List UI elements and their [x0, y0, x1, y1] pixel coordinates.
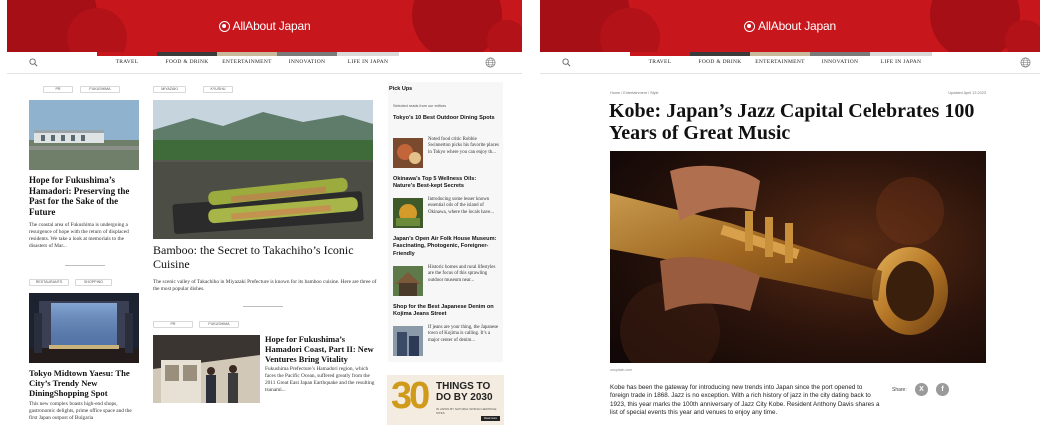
tag-restaurants[interactable]: RESTAURANTS — [29, 279, 69, 286]
story-description: Fukushima Prefecture’s Hamadori region, … — [265, 366, 375, 393]
nav-life-in-japan[interactable]: LIFE IN JAPAN — [337, 59, 399, 65]
nav-color-bar — [630, 52, 932, 56]
tag-fukushima[interactable]: FUKUSHIMA — [199, 321, 239, 328]
article-lead: Kobe has been the gateway for introducin… — [610, 384, 880, 416]
feature-title[interactable]: Bamboo: the Secret to Takachiho’s Iconic… — [153, 243, 373, 271]
ad-headline: THINGS TO DO BY 2030 — [436, 381, 493, 403]
article-title: Kobe: Japan’s Jazz Capital Celebrates 10… — [609, 100, 975, 145]
tag-shopping[interactable]: SHOPPING — [75, 279, 112, 286]
photo-credit: unsplash.com — [610, 368, 633, 372]
pickup-text: Noted food critic Robbie Swinnerton pick… — [428, 137, 499, 155]
tag-miyazaki[interactable]: MIYAZAKI — [153, 86, 186, 93]
story-description: The coastal area of Fukushima is undergo… — [29, 222, 129, 249]
pickup-thumbnail[interactable] — [393, 138, 423, 168]
search-icon[interactable] — [562, 58, 571, 67]
pickup-thumbnail[interactable] — [393, 266, 423, 296]
pickup-text: If jeans are your thing, the Japanese to… — [428, 325, 499, 343]
share-label: Share: — [892, 387, 907, 393]
divider — [243, 306, 283, 307]
logo-text: AllAbout Japan — [758, 19, 836, 33]
logo-icon — [744, 20, 756, 32]
nav-life-in-japan[interactable]: LIFE IN JAPAN — [870, 59, 932, 65]
main-nav: TRAVEL FOOD & DRINK ENTERTAINMENT INNOVA… — [7, 52, 522, 74]
tokyo-midtown-yaesu-image[interactable] — [29, 293, 139, 363]
updated-date: Updated April 13 2023 — [948, 91, 986, 95]
nav-innovation[interactable]: INNOVATION — [277, 59, 337, 65]
nav-color-bar — [97, 52, 399, 56]
divider — [65, 265, 105, 266]
pickups-subheading: Selected reads from our editors — [393, 104, 446, 108]
story-title[interactable]: Tokyo Midtown Yaesu: The City’s Trendy N… — [29, 368, 139, 398]
ad-number: 30 — [391, 375, 430, 417]
pickup-title[interactable]: Okinawa’s Top 5 Wellness Oils: Nature’s … — [393, 176, 498, 191]
pickups-sidebar: Pick Ups Selected reads from our editors… — [388, 82, 503, 362]
site-logo[interactable]: AllAbout Japan — [218, 19, 311, 33]
article-screenshot: AllAbout Japan TRAVEL FOOD & DRINK ENTER… — [540, 0, 1040, 429]
main-nav: TRAVEL FOOD & DRINK ENTERTAINMENT INNOVA… — [540, 52, 1040, 74]
nav-food-drink[interactable]: FOOD & DRINK — [690, 59, 750, 65]
nav-travel[interactable]: TRAVEL — [630, 59, 690, 65]
ad-banner[interactable]: 30 THINGS TO DO BY 2030 IN JAPAN BY NATU… — [387, 375, 504, 425]
nav-entertainment[interactable]: ENTERTAINMENT — [217, 59, 277, 65]
pickup-text: Historic homes and rural lifestyles are … — [428, 265, 496, 283]
logo-icon — [218, 20, 230, 32]
pickup-title[interactable]: Tokyo’s 10 Best Outdoor Dining Spots — [393, 115, 498, 122]
site-logo[interactable]: AllAbout Japan — [744, 19, 836, 33]
x-share-icon[interactable]: X — [915, 383, 928, 396]
globe-icon[interactable] — [485, 57, 496, 68]
pickup-title[interactable]: Shop for the Best Japanese Denim on Koji… — [393, 304, 498, 319]
pickup-thumbnail[interactable] — [393, 326, 423, 356]
facebook-share-icon[interactable]: f — [936, 383, 949, 396]
feature-description: The scenic valley of Takachiho in Miyaza… — [153, 279, 377, 292]
logo-text: AllAbout Japan — [232, 19, 311, 33]
tag-pr[interactable]: PR — [43, 86, 73, 93]
hamadori-coast-image[interactable] — [153, 335, 260, 403]
tag-pr[interactable]: PR — [153, 321, 193, 328]
site-header: AllAbout Japan — [540, 0, 1040, 52]
pickups-heading: Pick Ups — [389, 86, 413, 92]
hamadori-memorial-image[interactable] — [29, 100, 139, 170]
homepage-screenshot: AllAbout Japan TRAVEL FOOD & DRINK ENTER… — [7, 0, 522, 429]
trumpet-hero-image — [610, 151, 986, 363]
ad-subtext: IN JAPAN BY NATURAL WORLD HERITAGE SITES — [436, 407, 497, 415]
pickup-title[interactable]: Japan’s Open Air Folk House Museum: Fasc… — [393, 236, 498, 258]
tag-kyushu[interactable]: KYUSHU — [203, 86, 233, 93]
story-title[interactable]: Hope for Fukushima’s Hamadori Coast, Par… — [265, 335, 377, 364]
nav-travel[interactable]: TRAVEL — [97, 59, 157, 65]
tag-fukushima[interactable]: FUKUSHIMA — [80, 86, 120, 93]
pickup-text: Introducing some lesser known essential … — [428, 197, 494, 215]
pickup-thumbnail[interactable] — [393, 198, 423, 228]
bamboo-cuisine-image[interactable] — [153, 100, 373, 239]
nav-entertainment[interactable]: ENTERTAINMENT — [750, 59, 810, 65]
nav-innovation[interactable]: INNOVATION — [810, 59, 870, 65]
search-icon[interactable] — [29, 58, 38, 67]
site-header: AllAbout Japan — [7, 0, 522, 52]
globe-icon[interactable] — [1020, 57, 1031, 68]
story-description: This new complex boasts high-end shops, … — [29, 401, 132, 421]
breadcrumb[interactable]: Home / Entertainment / Style — [610, 91, 659, 95]
story-title[interactable]: Hope for Fukushima’s Hamadori: Preservin… — [29, 175, 139, 217]
ad-read-more-button[interactable]: Read more — [481, 416, 500, 421]
nav-food-drink[interactable]: FOOD & DRINK — [157, 59, 217, 65]
